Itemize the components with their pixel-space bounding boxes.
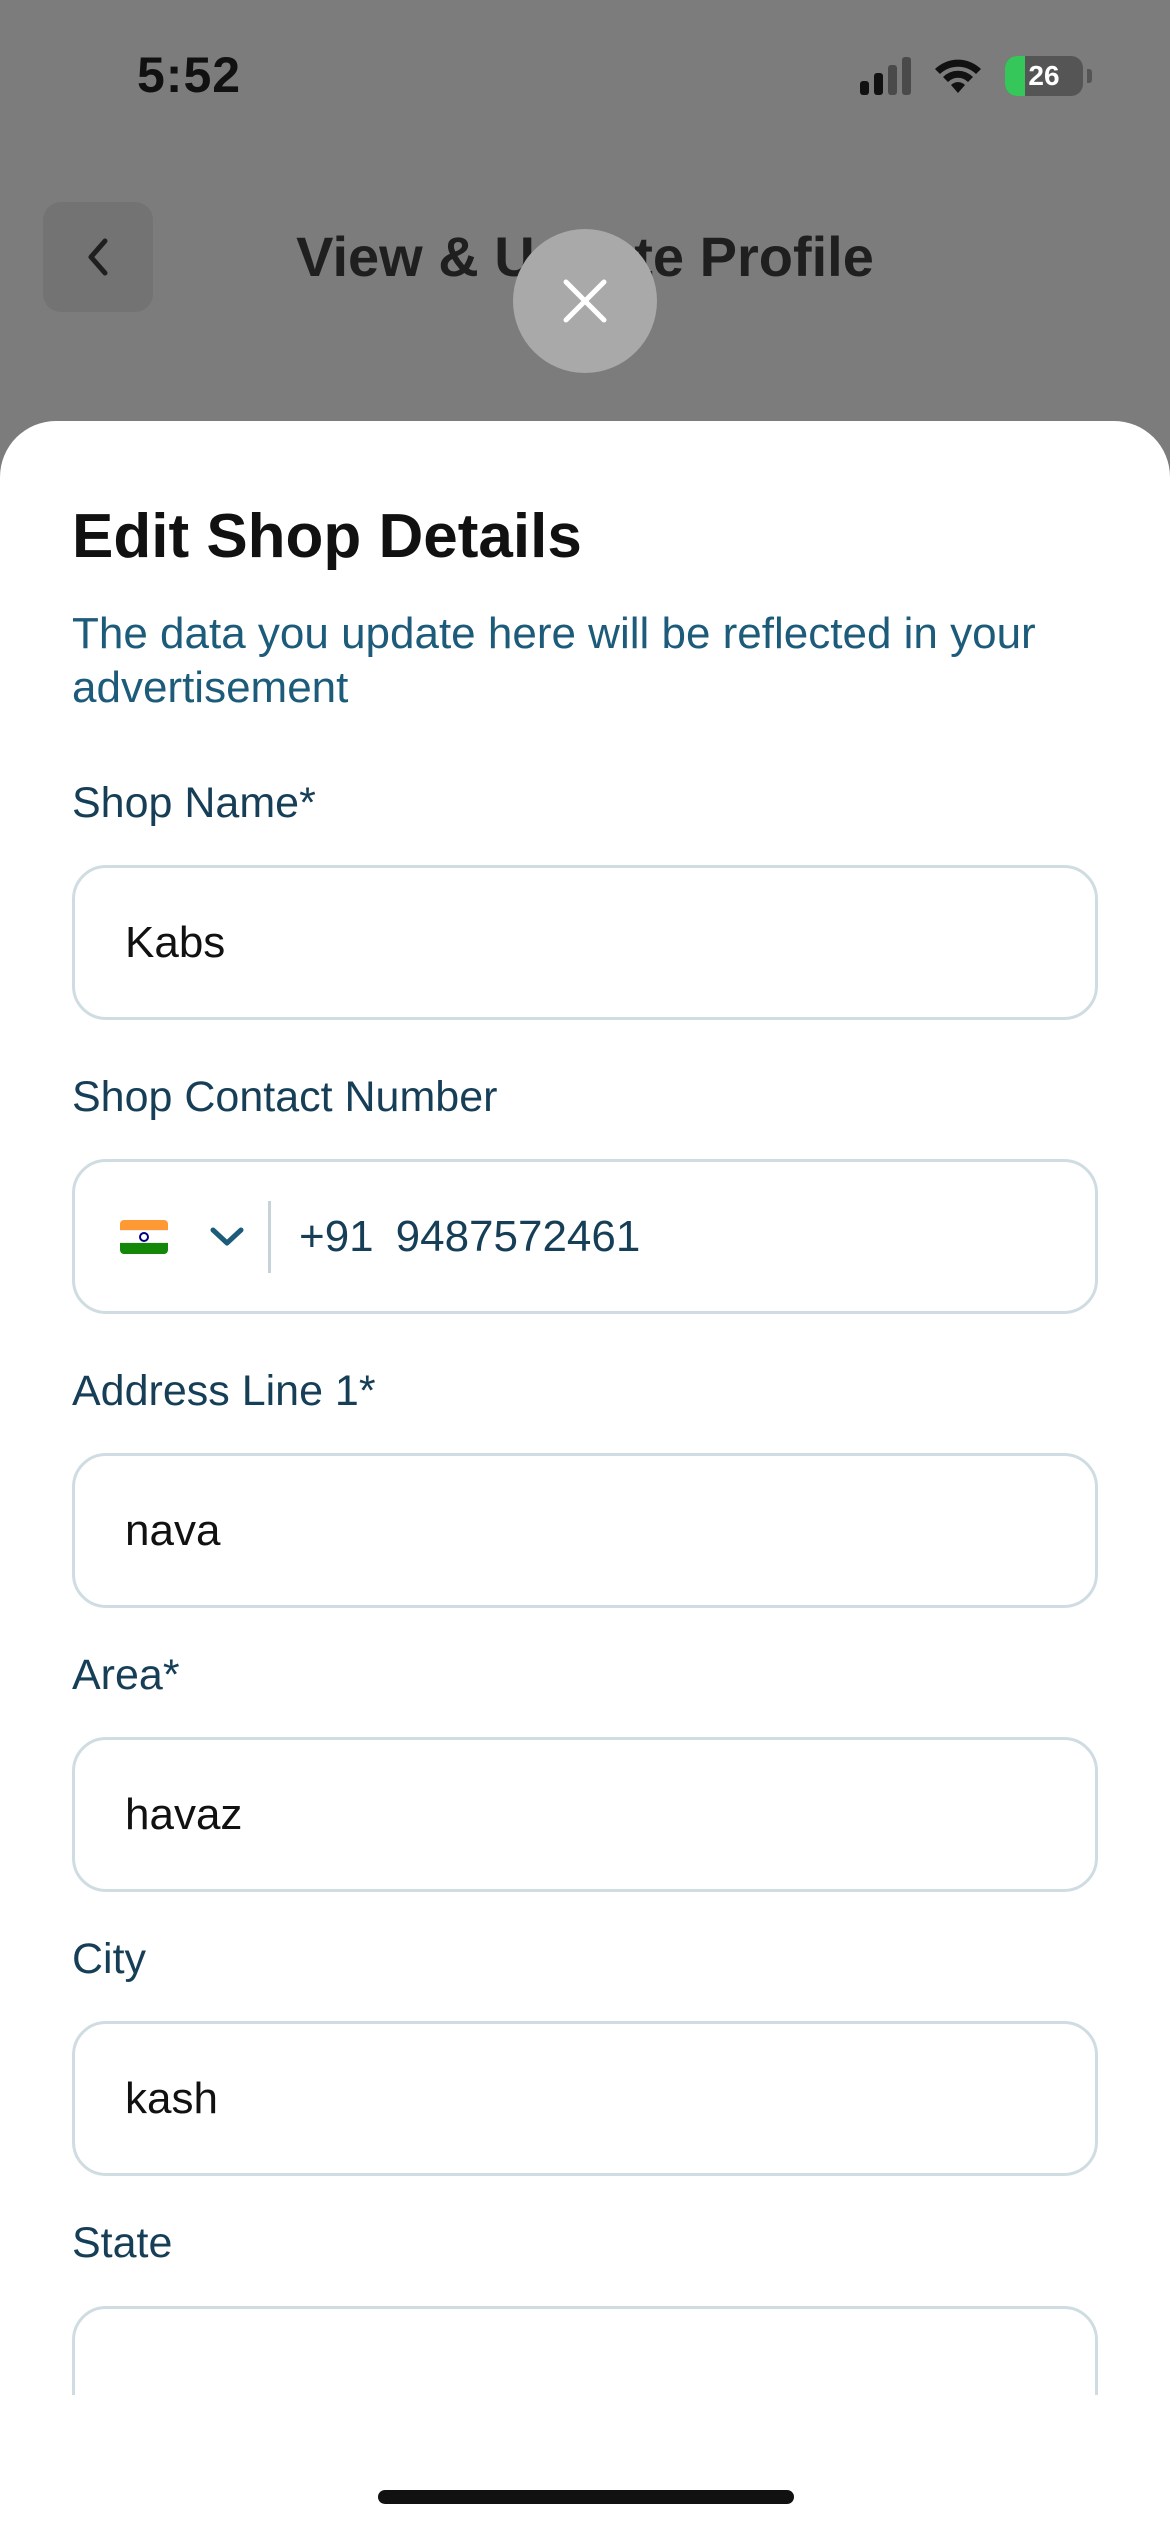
battery-fill xyxy=(1005,56,1026,96)
state-label: State xyxy=(72,2219,173,2267)
chevron-down-icon[interactable] xyxy=(208,1225,246,1249)
shop-name-value: Kabs xyxy=(125,917,226,967)
city-label: City xyxy=(72,1935,147,1983)
contact-number-field: +91 9487572461 xyxy=(72,1159,1098,1314)
phone-number-input[interactable]: 9487572461 xyxy=(396,1212,641,1262)
battery-level: 26 xyxy=(1028,60,1060,91)
home-indicator[interactable] xyxy=(378,2490,794,2504)
address-line-1-field[interactable]: nava xyxy=(72,1453,1098,1608)
sheet-footer xyxy=(0,2395,1170,2532)
battery-icon: 26 xyxy=(1005,56,1083,96)
status-icons: 26 xyxy=(860,56,1092,96)
sheet-subtitle: The data you update here will be reflect… xyxy=(72,609,1036,712)
city-field[interactable]: kash xyxy=(72,2021,1098,2176)
india-flag-icon[interactable] xyxy=(120,1219,168,1254)
city-value: kash xyxy=(125,2073,218,2123)
area-value: havaz xyxy=(125,1789,243,1839)
edit-shop-sheet: Edit Shop Details The data you update he… xyxy=(0,421,1170,2532)
area-field[interactable]: havaz xyxy=(72,1737,1098,1892)
area-label: Area* xyxy=(72,1651,180,1699)
sheet-title: Edit Shop Details xyxy=(72,502,582,571)
status-time: 5:52 xyxy=(137,47,242,103)
wifi-icon xyxy=(933,57,983,95)
battery-cap xyxy=(1087,69,1092,83)
cellular-signal-icon xyxy=(860,57,911,95)
close-button[interactable] xyxy=(513,229,657,373)
shop-name-field[interactable]: Kabs xyxy=(72,865,1098,1020)
address-line-1-value: nava xyxy=(125,1505,221,1555)
screen: 5:52 26 View & Up xyxy=(0,0,1170,2532)
address-line-1-label: Address Line 1* xyxy=(72,1367,376,1415)
phone-divider xyxy=(268,1200,271,1273)
status-bar: 5:52 26 xyxy=(0,0,1170,150)
shop-name-label: Shop Name* xyxy=(72,779,316,827)
contact-number-label: Shop Contact Number xyxy=(72,1073,498,1121)
close-icon xyxy=(563,279,607,323)
dial-code: +91 xyxy=(299,1211,374,1261)
